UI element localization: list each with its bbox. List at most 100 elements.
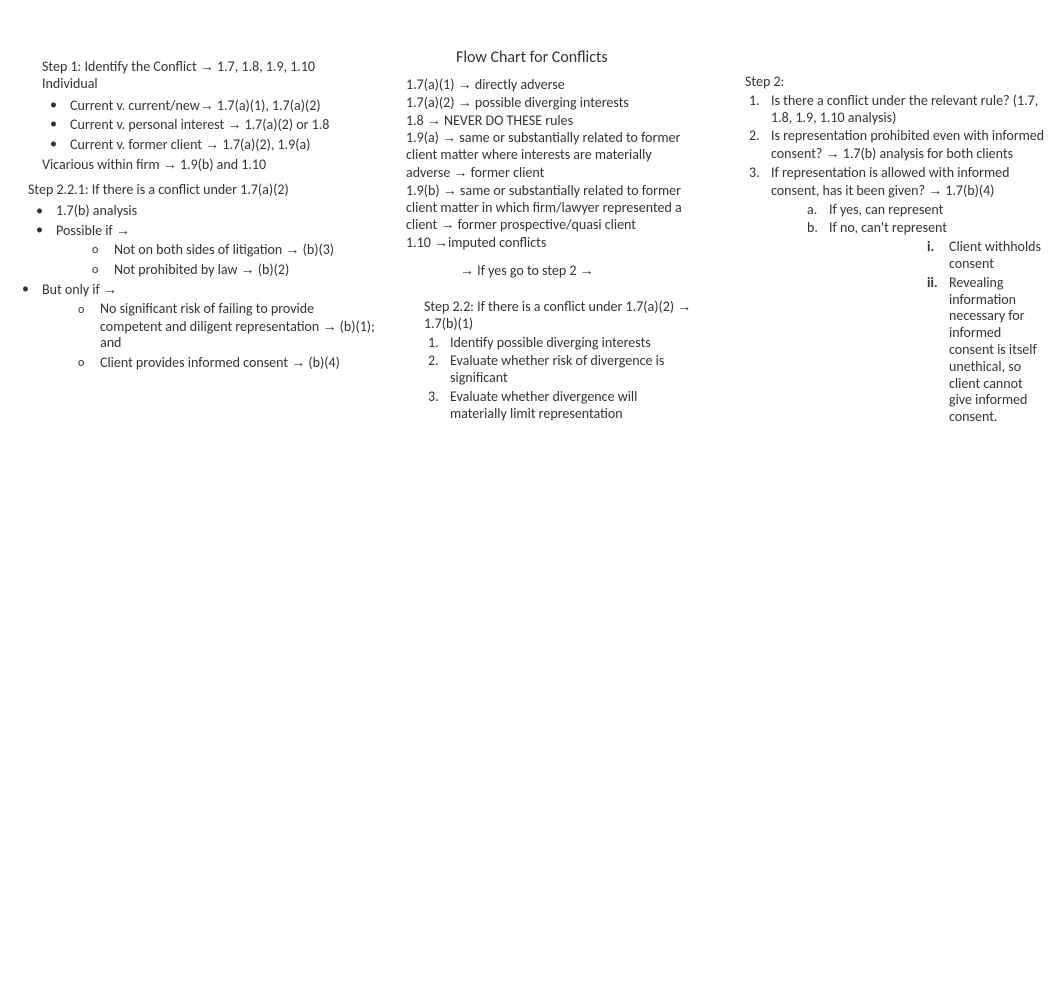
arrow-icon: → (460, 262, 474, 278)
arrow-icon: → (291, 354, 305, 370)
list-item: No significant risk of failing to provid… (42, 301, 378, 352)
text: 1.7(a)(1) (406, 76, 458, 93)
text: Vicarious within firm → 1.9(b) and 1.10 (42, 156, 342, 174)
list-item: Not on both sides of litigation → (b)(3) (56, 241, 378, 259)
text: No significant risk of failing to provid… (100, 300, 322, 335)
step22-list: Identify possible diverging interests Ev… (424, 335, 694, 423)
list-item: Possible if → Not on both sides of litig… (28, 222, 378, 279)
list-item: Identify possible diverging interests (424, 335, 694, 352)
arrow-icon: → (163, 156, 177, 172)
arrow-icon: → (241, 261, 255, 277)
text: (b)(4) (305, 354, 340, 371)
list-item: But only if → No significant risk of fai… (14, 281, 378, 372)
text: (b)(2) (255, 261, 290, 278)
sub-list: No significant risk of failing to provid… (42, 301, 378, 372)
arrow-icon: → (103, 281, 117, 297)
text: 1.8 (406, 112, 427, 129)
text: 1.7(a)(2), 1.9(a) (219, 136, 310, 153)
arrow-icon: → (200, 58, 214, 74)
step2-box: Step 2: Is there a conflict under the re… (745, 74, 1045, 428)
arrow-icon: → (227, 116, 241, 132)
text: imputed conflicts (448, 234, 546, 251)
text: If yes go to step 2 (474, 262, 580, 279)
text: Not prohibited by law (114, 261, 241, 278)
step1-box: Step 1: Identify the Conflict → 1.7, 1.8… (42, 58, 342, 174)
text: directly adverse (472, 76, 565, 93)
step2-heading: Step 2: (745, 74, 1045, 91)
list-item: Client provides informed consent → (b)(4… (42, 354, 378, 372)
step221-heading: Step 2.2.1: If there is a conflict under… (28, 182, 378, 199)
arrow-icon: → (200, 97, 214, 113)
list-item: If yes, can represent (771, 202, 1045, 219)
text: Current v. personal interest (70, 116, 227, 133)
arrow-icon: → (443, 182, 457, 198)
step1-list: Current v. current/new→ 1.7(a)(1), 1.7(a… (42, 97, 342, 154)
text: 1.9(a) (406, 129, 442, 146)
arrow-icon: → (285, 241, 299, 257)
arrow-icon: → (434, 234, 448, 250)
arrow-icon: → (580, 262, 594, 278)
list-item: If representation is allowed with inform… (745, 165, 1045, 426)
text: 1.10 →imputed conflicts (406, 234, 686, 252)
step221-box: Step 2.2.1: If there is a conflict under… (28, 182, 378, 374)
text: 1.7(a)(2) (406, 94, 458, 111)
list-item: Current v. personal interest → 1.7(a)(2)… (42, 116, 342, 134)
text: Vicarious within firm (42, 156, 163, 173)
text: If no, can't represent (829, 219, 947, 236)
arrow-icon: → (453, 164, 467, 180)
list-item: If no, can't represent Client withholds … (771, 220, 1045, 426)
step22-heading: Step 2.2: If there is a conflict under 1… (424, 298, 694, 333)
text: But only if (42, 281, 103, 298)
list-item: Evaluate whether risk of divergence is s… (424, 353, 694, 387)
step221-list: 1.7(b) analysis Possible if → Not on bot… (28, 203, 378, 372)
text: Individual (42, 76, 342, 93)
text: 1.7(b)(4) (942, 182, 994, 199)
arrow-icon: → (826, 145, 840, 161)
arrow-icon: → (322, 318, 336, 334)
list-item: 1.7(b) analysis (28, 203, 378, 220)
step22-box: Step 2.2: If there is a conflict under 1… (424, 298, 694, 425)
text: 1.8 → NEVER DO THESE rules (406, 112, 686, 130)
roman-list: Client withholds consent Revealing infor… (829, 239, 1045, 426)
page-title: Flow Chart for Conflicts (456, 48, 608, 67)
list-item: Evaluate whether divergence will materia… (424, 389, 694, 423)
list-item: Not prohibited by law → (b)(2) (56, 261, 378, 279)
arrow-icon: → (427, 112, 441, 128)
text: former prospective/quasi client (454, 216, 636, 233)
arrow-icon: → (442, 129, 456, 145)
text: Current v. former client (70, 136, 205, 153)
text: → If yes go to step 2 → (406, 262, 686, 280)
text: Possible if (56, 222, 116, 239)
text: former client (467, 164, 544, 181)
arrow-icon: → (440, 216, 454, 232)
text: 1.7(a)(1) → directly adverse (406, 76, 686, 94)
rules-box: 1.7(a)(1) → directly adverse 1.7(a)(2) →… (406, 76, 686, 280)
arrow-icon: → (928, 182, 942, 198)
sub-list: Not on both sides of litigation → (b)(3)… (56, 241, 378, 279)
list-item: Is there a conflict under the relevant r… (745, 93, 1045, 127)
arrow-icon: → (205, 136, 219, 152)
text: (b)(3) (299, 241, 334, 258)
arrow-icon: → (116, 222, 130, 238)
list-item: Is representation prohibited even with i… (745, 128, 1045, 163)
text: Client provides informed consent (100, 354, 291, 371)
list-item: Client withholds consent (829, 239, 1045, 273)
text: NEVER DO THESE rules (441, 112, 573, 129)
text: 1.9(a) → same or substantially related t… (406, 129, 686, 181)
alpha-list: If yes, can represent If no, can't repre… (771, 202, 1045, 426)
arrow-icon: → (677, 298, 691, 314)
text: Step 1: Identify the Conflict (42, 58, 200, 75)
text: 1.9(b) and 1.10 (177, 156, 266, 173)
arrow-icon: → (458, 76, 472, 92)
text: 1.7(b)(1) (424, 315, 473, 332)
list-item: Revealing information necessary for info… (829, 275, 1045, 426)
text: 1.9(b) (406, 182, 443, 199)
text: 1.7(a)(2) → possible diverging interests (406, 94, 686, 112)
text: 1.10 (406, 234, 434, 251)
step2-list: Is there a conflict under the relevant r… (745, 93, 1045, 426)
list-item: Current v. current/new→ 1.7(a)(1), 1.7(a… (42, 97, 342, 115)
text: 1.7(a)(2) or 1.8 (241, 116, 329, 133)
text: 1.7, 1.8, 1.9, 1.10 (214, 58, 315, 75)
text: Step 2.2: If there is a conflict under 1… (424, 298, 677, 315)
text: possible diverging interests (472, 94, 629, 111)
